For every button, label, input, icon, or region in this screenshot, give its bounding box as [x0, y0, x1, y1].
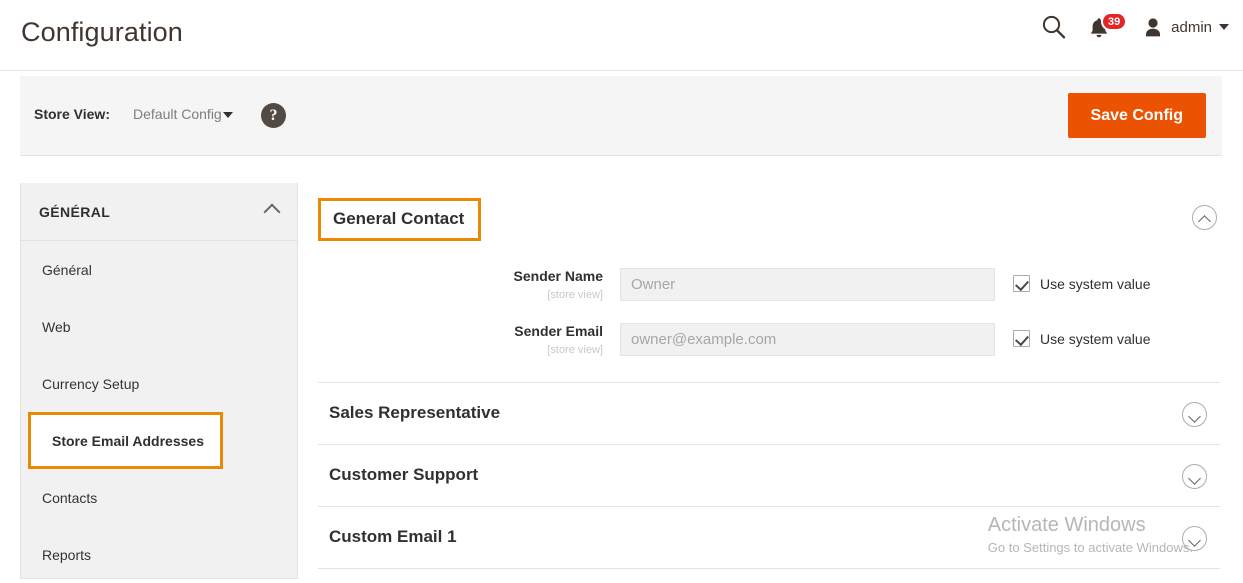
sidebar-item-reports[interactable]: Reports — [21, 526, 297, 583]
sender-name-input[interactable] — [620, 268, 995, 301]
chevron-up-icon — [264, 204, 281, 221]
field-label-text: Sender Name — [514, 268, 603, 284]
chevron-up-circle-icon[interactable] — [1192, 205, 1217, 230]
config-content: General Contact Sender Name [store view]… — [318, 183, 1230, 579]
section-title: General Contact — [333, 209, 464, 228]
notifications-badge: 39 — [1101, 12, 1127, 31]
save-config-button[interactable]: Save Config — [1068, 93, 1206, 138]
sidebar-item-currency-setup[interactable]: Currency Setup — [21, 355, 297, 412]
sidebar-item-label: Store Email Addresses — [52, 433, 204, 449]
chevron-down-circle-icon[interactable] — [1182, 402, 1207, 427]
sidebar-item-web[interactable]: Web — [21, 298, 297, 355]
sidebar-item-label: Contacts — [42, 490, 97, 506]
section-custom-email-1[interactable]: Custom Email 1 — [318, 506, 1220, 568]
config-sidebar: GÉNÉRAL Général Web Currency Setup Store… — [20, 183, 298, 579]
field-scope: [store view] — [303, 287, 603, 304]
sender-name-use-system-value[interactable]: Use system value — [1013, 275, 1150, 292]
sender-email-input[interactable] — [620, 323, 995, 356]
notifications-button[interactable]: 39 — [1088, 12, 1122, 42]
sidebar-section-title: GÉNÉRAL — [39, 204, 110, 220]
caret-down-icon — [1219, 24, 1229, 30]
field-row-sender-email: Sender Email [store view] Use system val… — [318, 323, 1230, 361]
search-icon[interactable] — [1040, 13, 1068, 41]
page-title: Configuration — [21, 17, 183, 48]
field-label-text: Sender Email — [514, 323, 603, 339]
section-divider-bottom — [318, 568, 1220, 579]
sidebar-section-general[interactable]: GÉNÉRAL — [21, 183, 297, 241]
sidebar-item-label: Web — [42, 319, 71, 335]
header-tools: 39 admin — [1040, 12, 1229, 42]
store-view-bar: Store View: Default Config ? Save Config — [20, 76, 1222, 156]
user-avatar-icon — [1142, 15, 1164, 39]
field-scope: [store view] — [303, 342, 603, 359]
sidebar-item-contacts[interactable]: Contacts — [21, 469, 297, 526]
section-title: Custom Email 1 — [329, 527, 457, 547]
section-title: Sales Representative — [329, 403, 500, 423]
sidebar-item-general[interactable]: Général — [21, 241, 297, 298]
chevron-down-circle-icon[interactable] — [1182, 464, 1207, 489]
store-view-select[interactable]: Default Config — [133, 106, 222, 122]
caret-down-icon[interactable] — [223, 112, 233, 118]
field-row-sender-name: Sender Name [store view] Use system valu… — [318, 268, 1230, 306]
section-sales-representative[interactable]: Sales Representative — [318, 382, 1220, 444]
sidebar-item-label: Currency Setup — [42, 376, 139, 392]
sidebar-item-label: Général — [42, 262, 92, 278]
checkbox-checked-icon[interactable] — [1013, 330, 1030, 347]
use-system-value-label: Use system value — [1040, 276, 1150, 292]
field-label-sender-email: Sender Email [store view] — [303, 323, 603, 359]
question-mark-icon[interactable]: ? — [261, 103, 286, 128]
section-customer-support[interactable]: Customer Support — [318, 444, 1220, 506]
chevron-down-circle-icon[interactable] — [1182, 526, 1207, 551]
field-label-sender-name: Sender Name [store view] — [303, 268, 603, 304]
section-header-general-contact[interactable]: General Contact — [318, 198, 481, 241]
store-view-label: Store View: — [34, 106, 110, 122]
user-name: admin — [1171, 19, 1212, 36]
checkbox-checked-icon[interactable] — [1013, 275, 1030, 292]
page-header: Configuration 39 admin — [0, 0, 1243, 71]
user-menu[interactable]: admin — [1142, 15, 1229, 39]
sidebar-item-label: Reports — [42, 547, 91, 563]
section-title: Customer Support — [329, 465, 478, 485]
sender-email-use-system-value[interactable]: Use system value — [1013, 330, 1150, 347]
sidebar-item-store-email-addresses[interactable]: Store Email Addresses — [28, 412, 223, 469]
use-system-value-label: Use system value — [1040, 331, 1150, 347]
